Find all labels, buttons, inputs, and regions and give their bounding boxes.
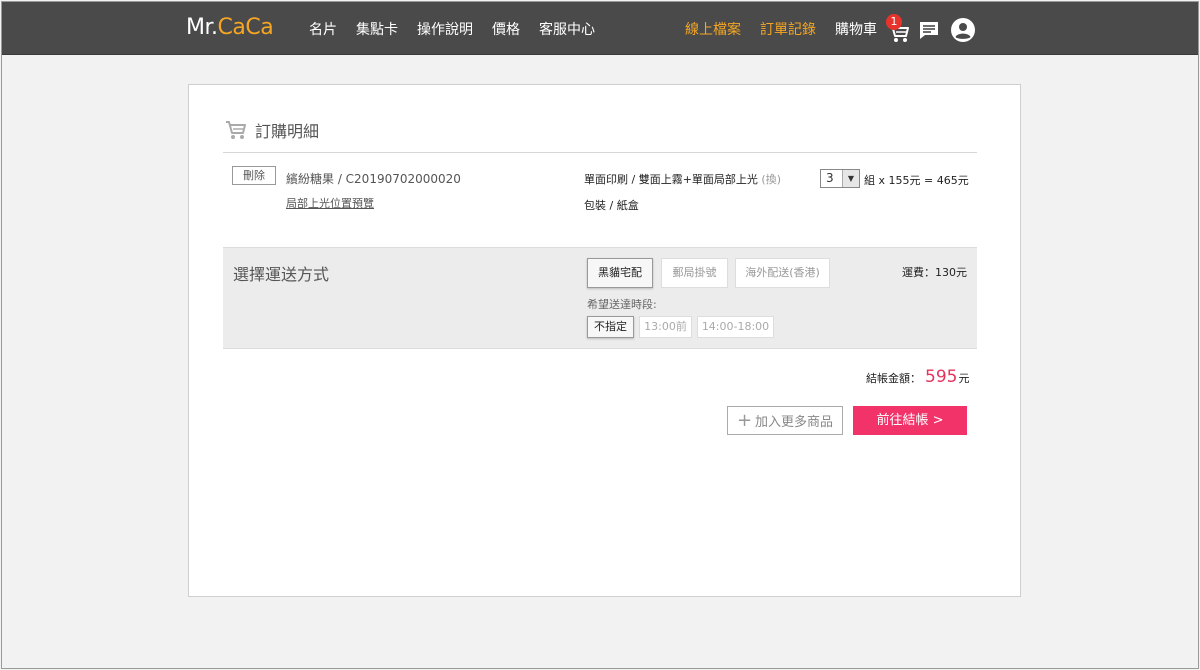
quantity-value: 3: [826, 171, 834, 185]
checkout-button[interactable]: 前往結帳 >: [853, 406, 967, 435]
shipping-title: 選擇運送方式: [233, 265, 330, 284]
item-name: 繽紛糖果 / C20190702000020: [286, 172, 461, 186]
cart-button[interactable]: 1: [886, 14, 912, 44]
order-card: 訂購明細 刪除 繽紛糖果 / C20190702000020 局部上光位置預覽 …: [188, 84, 1021, 597]
shipping-option-post[interactable]: 郵局掛號: [661, 258, 728, 288]
nav-order-records[interactable]: 訂單記錄: [760, 19, 816, 39]
time-option-before-13[interactable]: 13:00前: [639, 316, 692, 338]
total-unit: 元: [958, 372, 970, 385]
time-option-14-18[interactable]: 14:00-18:00: [697, 316, 774, 338]
delete-item-button[interactable]: 刪除: [232, 166, 276, 185]
checkout-total: 結帳金額： 595 元: [866, 367, 969, 387]
nav-online-files[interactable]: 線上檔案: [685, 19, 741, 39]
shipping-option-tcat[interactable]: 黑貓宅配: [587, 258, 653, 288]
item-spec: 單面印刷 / 雙面上霧+單面局部上光 (換): [584, 171, 781, 187]
add-more-label: 加入更多商品: [755, 415, 834, 430]
logo-brand: CaCa: [217, 15, 274, 40]
cart-count-badge: 1: [886, 14, 902, 30]
cart-outline-icon: [226, 121, 246, 139]
chat-icon[interactable]: [919, 21, 939, 40]
main-nav: 名片 集點卡 操作說明 價格 客服中心: [309, 19, 614, 39]
divider: [223, 152, 977, 153]
item-packaging: 包裝 / 紙盒: [584, 199, 639, 212]
top-navbar: Mr. CaCa 名片 集點卡 操作說明 價格 客服中心 線上檔案 訂單記錄 購物…: [2, 2, 1198, 55]
order-details-title: 訂購明細: [255, 122, 320, 141]
brand-logo[interactable]: Mr. CaCa: [186, 15, 274, 43]
item-price-line: 組 x 155元 = 465元: [864, 174, 969, 187]
nav-stamp-cards[interactable]: 集點卡: [356, 19, 398, 39]
nav-instructions[interactable]: 操作說明: [417, 19, 473, 39]
user-nav: 線上檔案 訂單記錄 購物車: [685, 19, 896, 39]
total-amount: 595: [925, 367, 958, 387]
add-more-items-button[interactable]: + 加入更多商品: [727, 406, 843, 435]
nav-customer-service[interactable]: 客服中心: [539, 19, 595, 39]
nav-cart-label[interactable]: 購物車: [835, 19, 877, 39]
total-label: 結帳金額：: [866, 372, 921, 385]
account-icon[interactable]: [951, 18, 975, 42]
time-option-any[interactable]: 不指定: [587, 316, 634, 338]
gloss-preview-link[interactable]: 局部上光位置預覽: [286, 195, 374, 211]
logo-prefix: Mr.: [186, 15, 218, 40]
nav-pricing[interactable]: 價格: [492, 19, 520, 39]
item-spec-change-link[interactable]: (換): [761, 173, 781, 186]
item-spec-main: 單面印刷 / 雙面上霧+單面局部上光: [584, 173, 758, 186]
chevron-down-icon: ▼: [842, 170, 859, 187]
order-details-header: 訂購明細: [225, 118, 319, 142]
browser-frame: Mr. CaCa 名片 集點卡 操作說明 價格 客服中心 線上檔案 訂單記錄 購物…: [1, 1, 1199, 669]
nav-business-cards[interactable]: 名片: [309, 19, 337, 39]
shipping-option-overseas[interactable]: 海外配送(香港): [735, 258, 830, 288]
delivery-time-label: 希望送達時段:: [587, 298, 657, 311]
quantity-select[interactable]: 3 ▼: [820, 169, 860, 188]
shipping-fee: 運費：130元: [902, 266, 967, 279]
plus-icon: +: [736, 409, 753, 431]
shipping-section: 選擇運送方式 黑貓宅配 郵局掛號 海外配送(香港) 運費：130元 希望送達時段…: [223, 247, 977, 349]
